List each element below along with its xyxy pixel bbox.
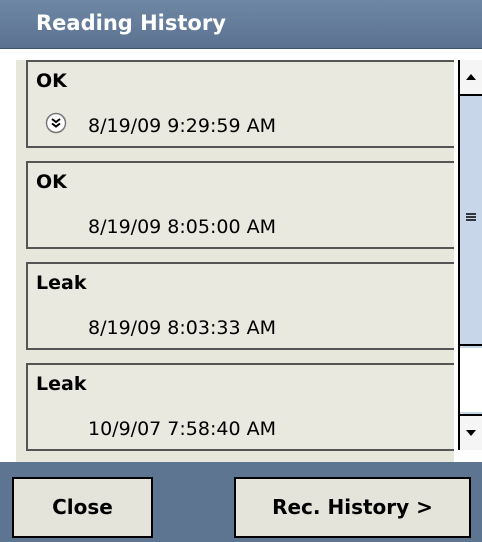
scroll-up-button[interactable]	[460, 60, 482, 96]
close-button[interactable]: Close	[12, 477, 153, 538]
reading-status: OK	[36, 70, 67, 92]
title-bar: Reading History	[0, 0, 482, 49]
reading-status: Leak	[36, 373, 87, 395]
reading-item[interactable]: OK 8/19/09 8:05:00 AM	[26, 161, 454, 249]
window-title: Reading History	[36, 11, 226, 35]
reading-timestamp: 8/19/09 8:03:33 AM	[88, 317, 276, 339]
reading-item[interactable]: Leak 8/19/09 8:03:33 AM	[26, 262, 454, 350]
reading-history-window: Reading History OK 8/19/09 9:29:59 AM OK…	[0, 0, 482, 542]
reading-item[interactable]: OK 8/19/09 9:29:59 AM	[26, 60, 454, 148]
expand-chevron-icon[interactable]	[45, 112, 67, 134]
scroll-track[interactable]	[460, 348, 482, 412]
reading-item[interactable]: Leak 10/9/07 7:58:40 AM	[26, 363, 454, 451]
scroll-down-button[interactable]	[460, 414, 482, 450]
reading-timestamp: 10/9/07 7:58:40 AM	[88, 418, 276, 440]
reading-timestamp: 8/19/09 8:05:00 AM	[88, 216, 276, 238]
scroll-down-arrow-icon	[466, 430, 476, 436]
rec-history-button[interactable]: Rec. History >	[234, 477, 471, 538]
scroll-thumb[interactable]	[460, 96, 482, 346]
reading-timestamp: 8/19/09 9:29:59 AM	[88, 115, 276, 137]
reading-status: OK	[36, 171, 67, 193]
reading-status: Leak	[36, 272, 87, 294]
scroll-grip-icon	[466, 213, 476, 221]
scroll-up-arrow-icon	[466, 74, 476, 80]
vertical-scrollbar[interactable]	[458, 60, 482, 450]
command-bar: Close Rec. History >	[0, 462, 482, 542]
reading-list[interactable]: OK 8/19/09 9:29:59 AM OK 8/19/09 8:05:00…	[16, 60, 454, 462]
reading-list-area: OK 8/19/09 9:29:59 AM OK 8/19/09 8:05:00…	[0, 49, 482, 462]
